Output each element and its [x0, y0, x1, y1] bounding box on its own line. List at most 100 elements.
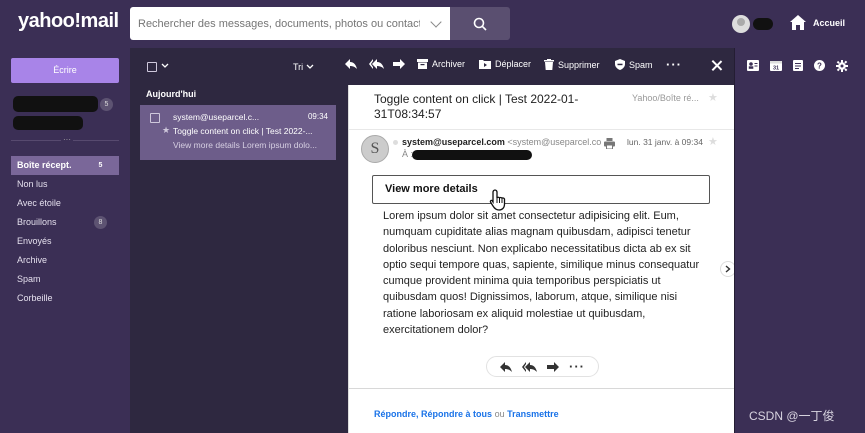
account-name-redacted[interactable]: [13, 96, 98, 112]
search-box[interactable]: [130, 7, 450, 40]
more-indicator[interactable]: ···: [61, 135, 73, 144]
folder-label: Corbeille: [17, 293, 53, 303]
message-snippet: View more details Lorem ipsum dolo...: [173, 140, 317, 150]
sort-label: Tri: [293, 62, 304, 72]
more-options-icon[interactable]: ···: [569, 359, 585, 374]
delete-button[interactable]: Supprimer: [544, 59, 600, 70]
home-label: Accueil: [813, 17, 846, 28]
footer-divider: [349, 388, 735, 389]
folder-move-icon: [479, 60, 491, 69]
forward-button[interactable]: [393, 59, 405, 69]
right-rail-icons: 31 ?: [747, 60, 848, 72]
reply-button[interactable]: [345, 59, 357, 69]
notepad-icon[interactable]: [793, 60, 803, 71]
reply-all-icon[interactable]: [522, 361, 537, 372]
folder-unread[interactable]: Non lus: [11, 175, 119, 194]
list-toolbar: Tri: [130, 48, 348, 85]
message-body: Lorem ipsum dolor sit amet consectetur a…: [383, 210, 700, 337]
trash-icon: [544, 59, 554, 70]
sender-email: <system@useparcel.co: [507, 137, 602, 147]
folder-label: Envoyés: [17, 236, 52, 246]
more-actions-icon[interactable]: ···: [666, 57, 682, 72]
reply-all-button[interactable]: [369, 59, 384, 69]
spam-button[interactable]: Spam: [615, 59, 653, 70]
sender-avatar[interactable]: S: [361, 135, 389, 163]
message-sender: system@useparcel.c...: [173, 112, 260, 122]
sender-avatar-letter: S: [370, 140, 380, 157]
account-unread-count: 5: [100, 98, 113, 111]
shield-icon: [615, 59, 625, 70]
folder-label: Spam: [17, 274, 41, 284]
folder-inbox[interactable]: Boîte récept. 5: [11, 156, 119, 175]
star-icon[interactable]: ★: [708, 135, 718, 148]
forward-icon[interactable]: [547, 361, 559, 372]
sender-name: system@useparcel.com: [402, 137, 505, 147]
message-folder-label[interactable]: Yahoo/Boîte ré...: [632, 93, 699, 103]
print-icon[interactable]: [604, 138, 615, 149]
view-more-details-button[interactable]: View more details: [372, 175, 710, 204]
watermark: CSDN @一丁俊: [749, 409, 835, 423]
message-checkbox[interactable]: [150, 113, 160, 123]
move-button[interactable]: Déplacer: [479, 59, 531, 69]
chevron-down-icon[interactable]: [161, 63, 169, 69]
folder-starred[interactable]: Avec étoile: [11, 194, 119, 213]
archive-icon: [417, 59, 428, 69]
folder-archive[interactable]: Archive: [11, 251, 119, 270]
folder-spam[interactable]: Spam: [11, 270, 119, 289]
sort-dropdown[interactable]: Tri: [293, 62, 314, 72]
chevron-down-icon: [306, 64, 314, 69]
star-icon[interactable]: ★: [162, 125, 170, 136]
home-link[interactable]: Accueil: [789, 14, 845, 31]
folder-label: Avec étoile: [17, 198, 61, 208]
message-subject: Toggle content on click | Test 2022-...: [173, 126, 313, 136]
message-date: lun. 31 janv. à 09:34: [627, 137, 703, 147]
star-icon[interactable]: ★: [708, 91, 718, 104]
folder-label: Non lus: [17, 179, 48, 189]
folder-label: Boîte récept.: [17, 160, 72, 170]
user-avatar[interactable]: [732, 15, 750, 33]
read-status-dot: [393, 140, 398, 145]
folder-list: Boîte récept. 5 Non lus Avec étoile Broui…: [11, 156, 119, 308]
calendar-icon[interactable]: 31: [770, 60, 782, 71]
archive-button[interactable]: Archiver: [417, 59, 465, 69]
close-icon[interactable]: [710, 59, 724, 73]
folder-trash[interactable]: Corbeille: [11, 289, 119, 308]
reader-toolbar: Archiver Déplacer Supprimer Spam ···: [345, 48, 734, 85]
select-all-checkbox[interactable]: [147, 62, 157, 72]
reply-all-icon: [369, 59, 384, 69]
message-list-pane: Tri Aujourd'hui system@useparcel.c... 09…: [130, 48, 348, 433]
quick-actions-bar: ···: [486, 356, 599, 377]
date-group-header: Aujourd'hui: [146, 89, 197, 99]
search-button[interactable]: [450, 7, 510, 40]
reply-link[interactable]: Répondre: [374, 409, 416, 419]
user-name-redacted[interactable]: [753, 18, 773, 30]
search-input[interactable]: [130, 7, 420, 40]
top-bar: yahoo!mail Accueil: [0, 0, 865, 48]
reply-icon[interactable]: [500, 361, 512, 372]
sender-line[interactable]: system@useparcel.com <system@useparcel.c…: [402, 137, 601, 147]
recipient-redacted[interactable]: [412, 150, 532, 160]
delete-label: Supprimer: [558, 59, 600, 70]
message-subject-title: Toggle content on click | Test 2022-01-3…: [374, 92, 579, 121]
yahoo-mail-logo[interactable]: yahoo!mail: [18, 10, 119, 33]
message-reader: Toggle content on click | Test 2022-01-3…: [348, 85, 735, 433]
reply-all-link[interactable]: Répondre à tous: [421, 409, 492, 419]
account-email-redacted[interactable]: [13, 116, 83, 130]
or-text: ou: [494, 409, 505, 419]
folder-count: 5: [98, 162, 103, 169]
reply-links: Répondre, Répondre à tous ou Transmettre: [374, 409, 559, 419]
help-icon[interactable]: ?: [814, 60, 825, 71]
search-icon: [473, 17, 487, 31]
folder-sent[interactable]: Envoyés: [11, 232, 119, 251]
folder-drafts[interactable]: Brouillons 8: [11, 213, 119, 232]
compose-button[interactable]: Écrire: [11, 58, 119, 83]
section-divider: ···: [11, 135, 119, 144]
spam-label: Spam: [629, 59, 653, 70]
chevron-down-icon[interactable]: [430, 16, 442, 28]
left-navigation: Écrire 5 ··· Boîte récept. 5 Non lus Avec…: [0, 48, 130, 433]
contacts-icon[interactable]: [747, 60, 759, 71]
message-list-item[interactable]: system@useparcel.c... 09:34 ★ Toggle con…: [140, 105, 336, 160]
svg-text:31: 31: [773, 66, 779, 72]
settings-gear-icon[interactable]: [836, 60, 848, 72]
forward-link[interactable]: Transmettre: [507, 409, 559, 419]
